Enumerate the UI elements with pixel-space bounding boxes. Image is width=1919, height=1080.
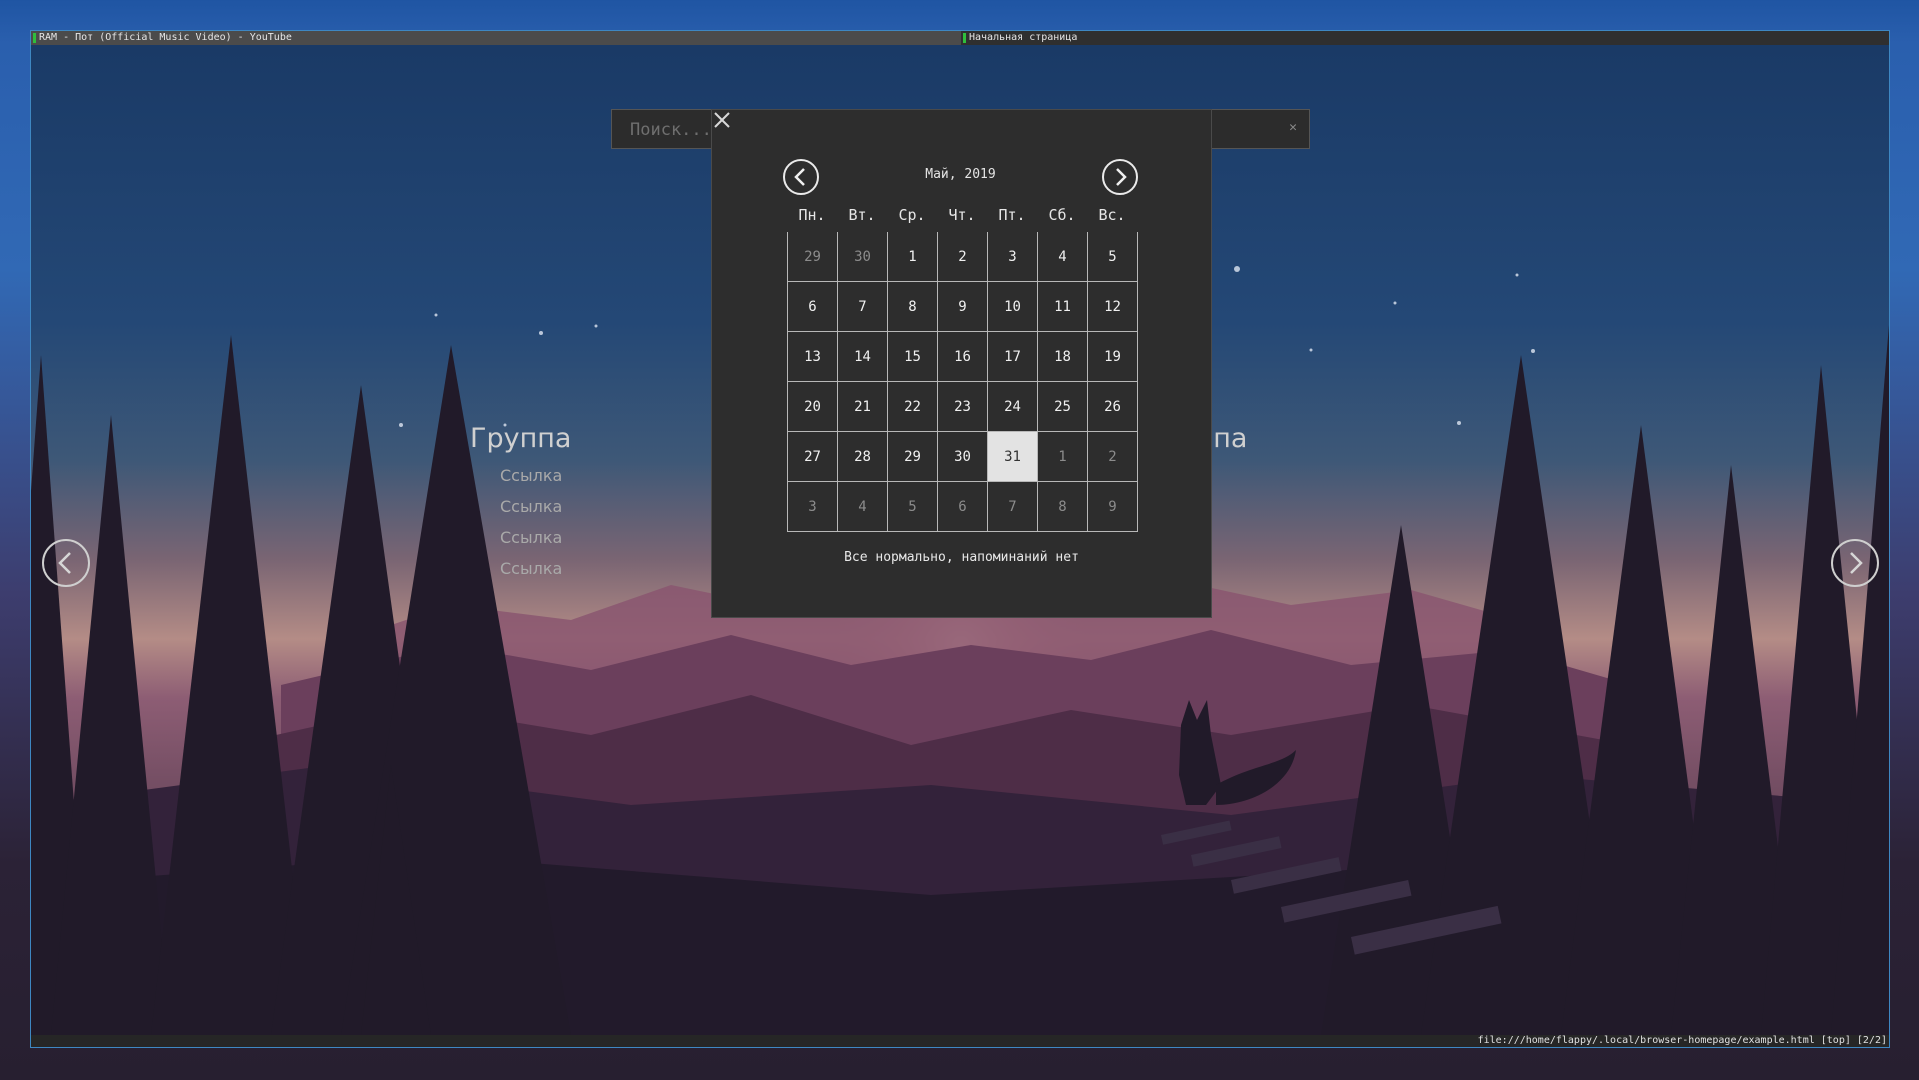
group-link[interactable]: Ссылка — [500, 497, 571, 516]
group-link[interactable]: Ссылка — [500, 466, 571, 485]
calendar-day[interactable]: 2 — [1088, 432, 1138, 482]
chevron-left-icon — [58, 552, 71, 574]
page-next-button[interactable] — [1831, 539, 1879, 587]
page-prev-button[interactable] — [42, 539, 90, 587]
calendar-day[interactable]: 6 — [938, 482, 988, 532]
homepage: ✕ Группа Ссылка Ссылка Ссылка Ссылка Гру… — [31, 45, 1889, 1035]
calendar-day[interactable]: 23 — [938, 382, 988, 432]
weekday-label: Чт. — [948, 206, 976, 224]
calendar-day[interactable]: 8 — [888, 282, 938, 332]
browser-window: RAM - Пот (Official Music Video) - YouTu… — [30, 30, 1890, 1048]
close-icon[interactable] — [712, 110, 732, 130]
weekday-label: Вс. — [1098, 206, 1126, 224]
calendar-day[interactable]: 4 — [1038, 232, 1088, 282]
calendar-day[interactable]: 2 — [938, 232, 988, 282]
calendar-day[interactable]: 30 — [838, 232, 888, 282]
calendar-header: Май, 2019 — [783, 159, 1138, 195]
calendar-day[interactable]: 25 — [1038, 382, 1088, 432]
tab-title: Начальная страница — [969, 32, 1078, 43]
calendar-day[interactable]: 29 — [788, 232, 838, 282]
calendar-day-today[interactable]: 31 — [988, 432, 1038, 482]
calendar-day[interactable]: 9 — [1088, 482, 1138, 532]
tab-bar: RAM - Пот (Official Music Video) - YouTu… — [31, 31, 1889, 45]
close-icon[interactable]: ✕ — [1289, 120, 1297, 135]
calendar-day[interactable]: 13 — [788, 332, 838, 382]
calendar-day[interactable]: 8 — [1038, 482, 1088, 532]
calendar-day[interactable]: 10 — [988, 282, 1038, 332]
calendar-day[interactable]: 28 — [838, 432, 888, 482]
calendar-day[interactable]: 1 — [888, 232, 938, 282]
calendar-day[interactable]: 19 — [1088, 332, 1138, 382]
calendar-status-text: Все нормально, напоминаний нет — [844, 550, 1079, 565]
weekday-label: Пт. — [998, 206, 1026, 224]
group-link[interactable]: Ссылка — [500, 559, 571, 578]
next-month-button[interactable] — [1102, 159, 1138, 195]
status-url: file:///home/flappy/.local/browser-homep… — [1477, 1035, 1887, 1046]
calendar-day[interactable]: 6 — [788, 282, 838, 332]
weekday-label: Пн. — [798, 206, 826, 224]
calendar-day[interactable]: 27 — [788, 432, 838, 482]
weekday-label: Вт. — [848, 206, 876, 224]
group-title: Группа — [470, 423, 572, 454]
calendar-day[interactable]: 29 — [888, 432, 938, 482]
group-link[interactable]: Ссылка — [500, 528, 571, 547]
link-group-left: Группа Ссылка Ссылка Ссылка Ссылка — [470, 423, 571, 578]
calendar-day[interactable]: 14 — [838, 332, 888, 382]
calendar-day[interactable]: 7 — [838, 282, 888, 332]
calendar-day[interactable]: 3 — [988, 232, 1038, 282]
chevron-right-icon — [1116, 168, 1127, 186]
calendar-weekdays: Пн. Вт. Ср. Чт. Пт. Сб. Вс. — [787, 206, 1137, 224]
calendar-month-label: Май, 2019 — [925, 167, 996, 182]
tab-homepage[interactable]: Начальная страница — [961, 31, 1889, 45]
weekday-label: Ср. — [898, 206, 926, 224]
calendar-day[interactable]: 21 — [838, 382, 888, 432]
calendar-day[interactable]: 5 — [888, 482, 938, 532]
calendar-day[interactable]: 12 — [1088, 282, 1138, 332]
calendar-day[interactable]: 9 — [938, 282, 988, 332]
calendar-day[interactable]: 24 — [988, 382, 1038, 432]
calendar-day[interactable]: 4 — [838, 482, 888, 532]
calendar-day[interactable]: 20 — [788, 382, 838, 432]
calendar-day[interactable]: 1 — [1038, 432, 1088, 482]
calendar-modal: Май, 2019 Пн. Вт. Ср. Чт. Пт. Сб. Вс. 29… — [711, 109, 1212, 618]
calendar-grid: 29 30 1 2 3 4 5 6 7 8 9 10 11 12 13 14 1… — [787, 232, 1138, 532]
tab-title: RAM - Пот (Official Music Video) - YouTu… — [39, 32, 292, 43]
calendar-day[interactable]: 22 — [888, 382, 938, 432]
calendar-day[interactable]: 18 — [1038, 332, 1088, 382]
status-bar: file:///home/flappy/.local/browser-homep… — [31, 1035, 1889, 1047]
calendar-day[interactable]: 17 — [988, 332, 1038, 382]
calendar-day[interactable]: 7 — [988, 482, 1038, 532]
calendar-day[interactable]: 15 — [888, 332, 938, 382]
tab-youtube[interactable]: RAM - Пот (Official Music Video) - YouTu… — [31, 31, 961, 45]
calendar-day[interactable]: 5 — [1088, 232, 1138, 282]
calendar-day[interactable]: 26 — [1088, 382, 1138, 432]
calendar-day[interactable]: 3 — [788, 482, 838, 532]
weekday-label: Сб. — [1048, 206, 1076, 224]
calendar-day[interactable]: 30 — [938, 432, 988, 482]
calendar-day[interactable]: 16 — [938, 332, 988, 382]
calendar-day[interactable]: 11 — [1038, 282, 1088, 332]
chevron-right-icon — [1850, 552, 1863, 574]
